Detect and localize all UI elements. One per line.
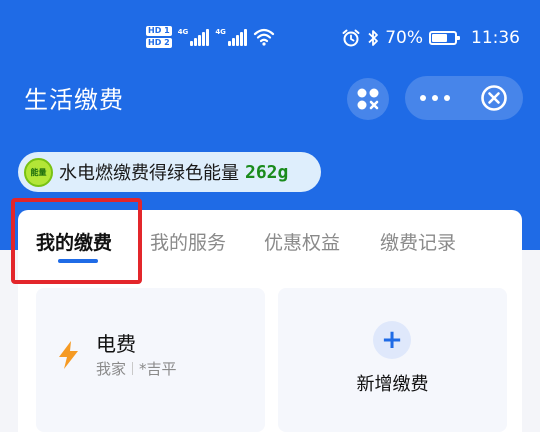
- tab-my-services[interactable]: 我的服务: [150, 228, 226, 255]
- energy-banner[interactable]: 能量 水电燃缴费得绿色能量 262g: [18, 152, 321, 192]
- plus-icon: +: [373, 321, 411, 359]
- net1-label: 4G: [177, 28, 189, 36]
- wifi-icon: [253, 28, 275, 46]
- hd-indicators: HD 1 HD 2: [146, 26, 172, 48]
- energy-badge-icon: 能量: [24, 157, 53, 187]
- electricity-account: 我家 *吉平: [96, 358, 177, 379]
- add-payment-label: 新增缴费: [356, 374, 429, 395]
- tab-bar: 我的缴费 我的服务 优惠权益 缴费记录: [18, 210, 522, 274]
- miniapp-capsule: [405, 76, 523, 120]
- alarm-icon: [342, 29, 360, 47]
- electricity-title: 电费: [96, 332, 136, 356]
- add-payment-tile[interactable]: + 新增缴费: [278, 288, 507, 432]
- more-button[interactable]: [405, 95, 464, 101]
- close-circle-icon: [480, 85, 507, 111]
- account-home: 我家: [96, 360, 127, 378]
- close-button[interactable]: [464, 84, 523, 112]
- status-bar: HD 1 HD 2 4G 4G 70% 11:36: [0, 0, 540, 58]
- energy-text: 水电燃缴费得绿色能量: [59, 163, 239, 184]
- hd2-badge: HD 2: [146, 38, 172, 48]
- account-name: *吉平: [139, 360, 177, 378]
- tab-my-payments[interactable]: 我的缴费: [36, 228, 112, 255]
- battery-icon: [429, 31, 460, 45]
- hd1-badge: HD 1: [146, 26, 172, 36]
- page-title: 生活缴费: [24, 86, 124, 114]
- bluetooth-icon: [368, 30, 379, 46]
- scan-button[interactable]: [347, 78, 389, 120]
- electricity-bill-tile[interactable]: 电费 我家 *吉平: [36, 288, 265, 432]
- tab-payment-records[interactable]: 缴费记录: [380, 228, 456, 255]
- energy-value: 262g: [245, 161, 289, 183]
- net2-label: 4G: [215, 28, 226, 36]
- divider: [132, 362, 134, 375]
- status-right: 70% 11:36: [341, 28, 520, 48]
- battery-fill: [432, 34, 448, 42]
- active-tab-indicator: [58, 259, 98, 263]
- signal-1-icon: 4G: [178, 28, 210, 46]
- battery-percent: 70%: [385, 28, 423, 48]
- lightning-icon: [59, 341, 78, 369]
- scan-icon: [357, 88, 379, 110]
- tab-benefits[interactable]: 优惠权益: [264, 228, 340, 255]
- status-left: HD 1 HD 2 4G 4G: [146, 26, 275, 48]
- clock-time: 11:36: [471, 28, 520, 48]
- signal-2-icon: 4G: [215, 28, 247, 46]
